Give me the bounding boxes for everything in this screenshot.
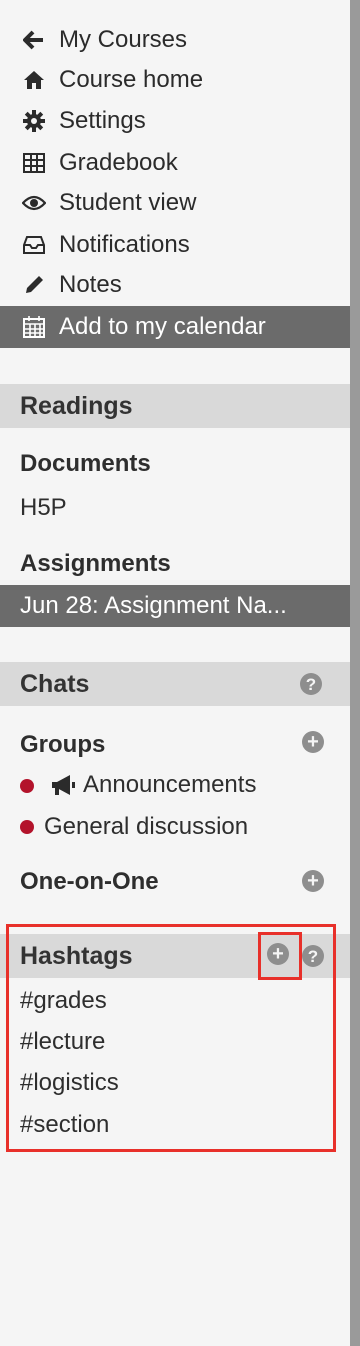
nav-course-home[interactable]: Course home bbox=[0, 59, 350, 101]
nav-label: Course home bbox=[59, 66, 204, 93]
chats-header: Chats bbox=[0, 662, 350, 706]
nav-my-courses[interactable]: My Courses bbox=[0, 19, 350, 61]
home-icon bbox=[22, 68, 46, 92]
nav-gradebook[interactable]: Gradebook bbox=[0, 142, 350, 184]
groups-heading: Groups bbox=[20, 731, 106, 758]
assignment-item[interactable]: Jun 28: Assignment Na... bbox=[0, 585, 350, 627]
unread-dot-icon bbox=[20, 779, 34, 793]
pencil-icon bbox=[22, 273, 46, 297]
nav-settings[interactable]: Settings bbox=[0, 100, 350, 142]
nav-add-to-calendar[interactable]: Add to my calendar bbox=[0, 306, 350, 348]
gear-icon bbox=[22, 109, 46, 133]
nav-label: Student view bbox=[59, 189, 197, 216]
readings-header: Readings bbox=[0, 384, 350, 428]
add-direct-message-icon[interactable]: + bbox=[302, 870, 324, 892]
table-icon bbox=[22, 151, 46, 175]
nav-notifications[interactable]: Notifications bbox=[0, 224, 350, 266]
group-announcements[interactable]: Announcements bbox=[83, 771, 256, 799]
calendar-icon bbox=[22, 315, 46, 339]
nav-label: Notes bbox=[59, 271, 122, 298]
nav-label: Notifications bbox=[59, 231, 190, 258]
document-item-h5p[interactable]: H5P bbox=[20, 494, 67, 522]
group-general-discussion[interactable]: General discussion bbox=[44, 813, 248, 841]
nav-student-view[interactable]: Student view bbox=[0, 182, 350, 224]
unread-dot-icon bbox=[20, 820, 34, 834]
eye-icon bbox=[22, 191, 46, 215]
highlight-box bbox=[258, 932, 302, 980]
scrollbar[interactable] bbox=[350, 0, 360, 1346]
documents-heading: Documents bbox=[20, 450, 151, 477]
one-on-one-heading: One-on-One bbox=[20, 868, 159, 895]
assignment-label: Jun 28: Assignment Na... bbox=[20, 592, 287, 619]
arrow-left-icon bbox=[22, 28, 46, 52]
add-group-icon[interactable]: + bbox=[302, 731, 324, 753]
readings-title: Readings bbox=[20, 391, 133, 420]
megaphone-icon bbox=[50, 774, 76, 801]
chats-title: Chats bbox=[20, 669, 90, 698]
nav-label: My Courses bbox=[59, 26, 188, 53]
nav-notes[interactable]: Notes bbox=[0, 264, 350, 306]
help-icon[interactable]: ? bbox=[300, 673, 322, 695]
nav-label: Gradebook bbox=[59, 149, 178, 176]
nav-label: Add to my calendar bbox=[59, 313, 266, 340]
nav-label: Settings bbox=[59, 107, 146, 134]
assignments-heading: Assignments bbox=[20, 550, 171, 577]
inbox-icon bbox=[22, 233, 46, 257]
